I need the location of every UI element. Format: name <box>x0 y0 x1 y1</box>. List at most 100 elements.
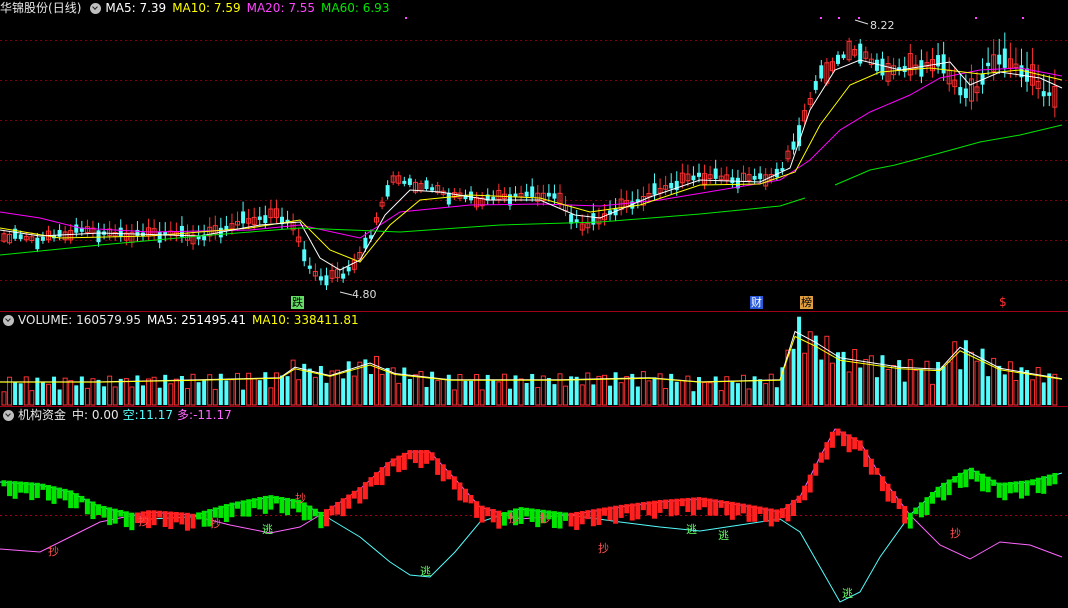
fund-bar <box>457 482 463 501</box>
fund-bar <box>980 473 986 492</box>
fund-bar <box>490 508 496 523</box>
volume-bar <box>624 376 630 406</box>
volume-bar <box>924 360 930 406</box>
event-marker-dollar[interactable]: $ <box>999 296 1007 309</box>
fund-bar <box>73 493 79 509</box>
volume-bar <box>986 376 991 405</box>
volume-bar <box>374 355 380 406</box>
fund-bar <box>791 499 797 516</box>
volume-bar <box>958 369 963 405</box>
volume-bar <box>640 371 646 406</box>
fund-bar <box>451 476 457 490</box>
candle-body <box>318 276 323 281</box>
fund-bar <box>118 509 124 517</box>
volume-bar <box>112 386 118 406</box>
fund-bar <box>312 508 318 517</box>
volume-bar <box>797 316 802 405</box>
volume-bar <box>980 348 985 405</box>
volume-bar <box>57 389 62 405</box>
fund-bar <box>985 476 991 493</box>
fund-bar <box>307 505 313 520</box>
volume-bar <box>907 359 913 406</box>
fund-bar <box>674 498 680 516</box>
volume-bar <box>679 380 685 406</box>
volume-bar <box>574 376 579 405</box>
volume-pane[interactable]: VOLUME: 160579.95 MA5: 251495.41 MA10: 3… <box>0 312 1068 406</box>
volume-bar <box>412 374 418 406</box>
volume-bar <box>819 359 824 405</box>
signal-dot <box>1022 17 1024 19</box>
candle-body <box>546 192 551 197</box>
fund-bar <box>268 495 274 510</box>
volume-bar <box>618 382 624 406</box>
candle-body <box>574 219 579 223</box>
fund-bar <box>702 497 708 508</box>
indicator-pane[interactable]: 机构资金 中: 0.00 空:11.17 多:-11.17 抄抄抄逃抄逃抄抄抄逃… <box>0 407 1068 608</box>
volume-bar <box>1002 374 1007 405</box>
signal-dot <box>820 17 822 19</box>
volume-bar <box>74 385 79 405</box>
fund-bar <box>740 503 746 514</box>
volume-bar <box>691 391 696 405</box>
candle-body <box>157 231 162 243</box>
volume-bar <box>1 391 7 406</box>
fund-bar <box>368 477 374 487</box>
volume-bar <box>936 361 941 405</box>
fund-bar <box>852 437 858 450</box>
price-chart[interactable] <box>0 0 1068 311</box>
volume-bar <box>257 380 262 405</box>
candle-body <box>1025 68 1030 82</box>
event-marker-drop[interactable]: 跌 <box>291 296 304 309</box>
fund-bar <box>935 486 941 498</box>
fund-bar <box>646 501 652 516</box>
volume-bar <box>791 348 796 405</box>
volume-chart[interactable] <box>0 312 1068 406</box>
fund-bar <box>62 488 68 501</box>
candle-body <box>1041 91 1046 97</box>
volume-bar <box>351 375 357 406</box>
fund-bar <box>240 500 246 517</box>
volume-bar <box>569 376 574 405</box>
fund-bar <box>968 467 974 480</box>
candle-body <box>402 180 407 184</box>
volume-bar <box>763 383 769 406</box>
fund-bar <box>996 482 1002 498</box>
fund-bar <box>485 507 491 517</box>
volume-bar <box>157 387 162 405</box>
volume-bar <box>379 373 385 406</box>
volume-bar <box>563 385 569 406</box>
fund-bar <box>868 458 874 475</box>
fund-bar <box>718 500 724 508</box>
volume-bar <box>129 386 135 406</box>
candle-body <box>57 230 62 237</box>
event-marker-rank[interactable]: 榜 <box>800 296 813 309</box>
fund-bar <box>724 501 730 516</box>
volume-bar <box>1025 370 1030 405</box>
fund-bar <box>440 464 446 482</box>
fund-bar <box>618 504 624 518</box>
fund-bar <box>846 434 852 453</box>
fund-bar <box>818 452 824 463</box>
fund-bar <box>107 507 113 526</box>
indicator-chart[interactable]: 抄抄抄逃抄逃抄 抄抄逃 逃逃抄 <box>0 407 1068 608</box>
candle-body <box>35 237 40 250</box>
volume-bar <box>608 385 613 405</box>
fund-bar <box>551 511 557 529</box>
volume-bar <box>968 351 974 406</box>
fund-bar <box>357 487 363 504</box>
volume-bar <box>841 351 846 405</box>
fund-bar <box>196 512 202 520</box>
candle-body <box>986 62 991 67</box>
candle-body <box>118 227 123 237</box>
fund-bar <box>879 476 885 492</box>
fund-bar <box>663 499 669 509</box>
volume-bar <box>123 378 129 406</box>
event-marker-finance[interactable]: 财 <box>750 296 763 309</box>
price-pane[interactable]: 华锦股份 (日线) MA5: 7.39 MA10: 7.59 MA20: 7.5… <box>0 0 1068 311</box>
fund-bar <box>1052 473 1058 485</box>
volume-bar <box>290 359 296 406</box>
fund-bar <box>223 504 229 522</box>
volume-bar <box>474 374 480 406</box>
fund-bar <box>779 508 785 519</box>
volume-bar <box>646 380 652 406</box>
